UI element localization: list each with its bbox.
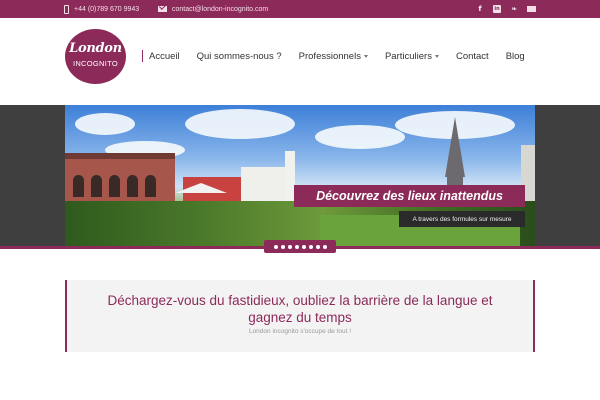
main-nav: Accueil Qui sommes-nous ? Professionnels… <box>142 49 525 63</box>
site-logo[interactable]: London INCOGNITO <box>65 29 126 84</box>
twitter-icon[interactable]: ❧ <box>510 5 518 13</box>
nav-item-label: Blog <box>505 50 525 62</box>
slider-dot[interactable] <box>280 244 285 249</box>
nav-item-particuliers[interactable]: Particuliers <box>385 51 439 62</box>
contact-phone: +44 (0)789 670 9943 <box>64 0 139 18</box>
chevron-down-icon <box>363 54 368 58</box>
linkedin-icon[interactable]: in <box>493 5 501 13</box>
tagline-subtext: London incognito s'occupe de tout ! <box>248 328 352 335</box>
arch <box>91 175 102 197</box>
contact-email[interactable]: contact@london-incognito.com <box>158 0 268 18</box>
slider-dot[interactable] <box>287 244 292 249</box>
slider-dot[interactable] <box>308 244 313 249</box>
tagline-callout: Déchargez-vous du fastidieux, oubliez la… <box>65 280 535 352</box>
nav-item-professionnels[interactable]: Professionnels <box>299 51 368 62</box>
arch <box>73 175 84 197</box>
arch <box>127 175 138 197</box>
logo-wordmark: London <box>69 41 122 56</box>
envelope-icon <box>158 6 167 12</box>
slider-dot[interactable] <box>301 244 306 249</box>
building-roof <box>65 153 175 159</box>
nav-item-label: Accueil <box>149 50 180 62</box>
slide-caption-subtitle: A travers des formules sur mesure <box>399 211 525 227</box>
nav-item-label: Contact <box>455 50 489 62</box>
social-links: f in ❧ <box>476 0 536 18</box>
phone-icon <box>64 4 69 14</box>
cloud <box>185 109 295 139</box>
email-address[interactable]: contact@london-incognito.com <box>172 6 268 13</box>
slide-caption-title: Découvrez des lieux inattendus <box>294 185 525 207</box>
tagline-headline: Déchargez-vous du fastidieux, oubliez la… <box>107 293 493 325</box>
parasol <box>175 183 227 193</box>
nav-item-blog[interactable]: Blog <box>506 51 525 62</box>
nav-item-label: Particuliers <box>384 50 432 62</box>
slider-dot[interactable] <box>315 244 320 249</box>
phone-number: +44 (0)789 670 9943 <box>74 5 140 13</box>
nav-active-marker <box>142 50 143 62</box>
chevron-down-icon <box>434 54 439 58</box>
nav-item-label: Qui sommes-nous ? <box>196 50 282 62</box>
slider-dot[interactable] <box>294 244 299 249</box>
nav-item-accueil[interactable]: Accueil <box>149 51 180 62</box>
nav-item-qui-sommes-nous[interactable]: Qui sommes-nous ? <box>197 51 282 62</box>
slider-pagination <box>264 240 336 253</box>
nav-item-contact[interactable]: Contact <box>456 51 489 62</box>
arch <box>109 175 120 197</box>
cloud <box>75 113 135 135</box>
church-spire <box>445 117 465 177</box>
facebook-icon[interactable]: f <box>476 5 484 13</box>
nav-item-label: Professionnels <box>298 50 361 62</box>
arch <box>145 175 156 197</box>
mail-icon[interactable] <box>527 6 536 12</box>
top-bar: +44 (0)789 670 9943 contact@london-incog… <box>0 0 600 18</box>
cloud <box>315 125 405 149</box>
logo-subtitle: INCOGNITO <box>72 59 119 68</box>
slider-dot[interactable] <box>322 244 327 249</box>
slider-dot[interactable] <box>273 244 278 249</box>
